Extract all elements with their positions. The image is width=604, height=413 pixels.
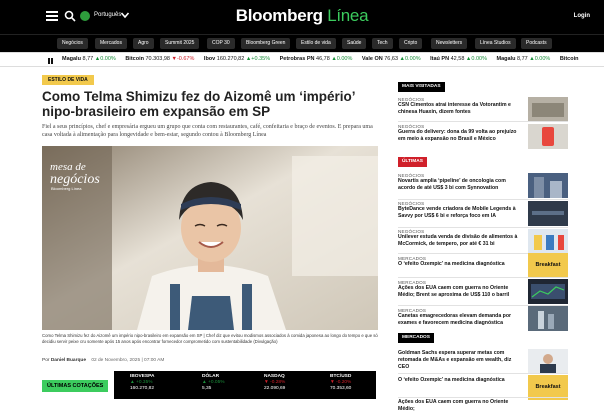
article-headline: Como Telma Shimizu fez do Aizomê um ‘imp… xyxy=(42,89,355,119)
byline: Por Daniel Buarque 02 de Novembro, 2025 … xyxy=(42,358,164,363)
latest-item[interactable]: MERCADOS Ações dos EUA caem com guerra n… xyxy=(398,280,522,299)
nav-item-saude[interactable]: Saúde xyxy=(342,38,367,49)
nav-item-tech[interactable]: Tech xyxy=(372,38,393,49)
quotes-widget: IBOVESPA ▲ +0.35% 160.270,82 DÓLAR ▲ +0.… xyxy=(114,371,376,399)
nav-item-summit[interactable]: Summit 2025 xyxy=(160,38,200,49)
image-logo-line2: negócios xyxy=(50,172,100,187)
latest-item[interactable]: NEGÓCIOS Novartis amplia ‘pipeline’ de o… xyxy=(398,173,522,192)
ticker-item[interactable]: Itaú PN 42,58 ▲0.00% xyxy=(430,53,487,66)
author-link[interactable]: Daniel Buarque xyxy=(51,358,86,363)
market-ticker: Magalu 8,77 ▲0.00% Bitcoin 70.303,98 ▼-0… xyxy=(0,52,604,67)
ticker-items: Magalu 8,77 ▲0.00% Bitcoin 70.303,98 ▼-0… xyxy=(62,53,586,66)
quote-item[interactable]: BTC/USD ▼ -0.20% 70.353,60 xyxy=(330,374,390,392)
image-caption: Como Telma Shimizu fez do Aizomê um impé… xyxy=(42,333,378,344)
markets-item[interactable]: Goldman Sachs espera superar metas com r… xyxy=(398,350,522,370)
article-thumbnail[interactable] xyxy=(528,124,568,149)
markets-item[interactable]: Ações dos EUA caem com guerra no Oriente… xyxy=(398,399,522,413)
latest-item[interactable]: NEGÓCIOS ByteDance vende criadora de Mob… xyxy=(398,201,522,220)
nav-item-cop30[interactable]: COP 30 xyxy=(207,38,235,49)
publish-date: 02 de Novembro, 2025 | 07:00 AM xyxy=(91,358,165,363)
ticker-item[interactable]: Vale ON 76,63 ▲0.00% xyxy=(362,53,421,66)
thumb-brand: Breakfast xyxy=(535,262,561,268)
hero-image: mesa de negócios Bloomberg Línea xyxy=(42,146,378,330)
nav-item-bloomberg-green[interactable]: Bloomberg Green xyxy=(241,38,291,49)
quote-item[interactable]: DÓLAR ▲ +0.05% 5,35 xyxy=(202,374,262,392)
divider xyxy=(398,227,568,228)
latest-item[interactable]: MERCADOS Canetas emagrecedoras elevam de… xyxy=(398,308,522,327)
ticker-item[interactable]: Bitcoin xyxy=(560,53,579,66)
article-thumbnail[interactable] xyxy=(528,279,568,304)
nav-item-agro[interactable]: Agro xyxy=(133,38,154,49)
quotes-label: ÚLTIMAS COTAÇÕES xyxy=(42,380,109,392)
nav-item-newsletters[interactable]: Newsletters xyxy=(431,38,468,49)
quote-item[interactable]: IBOVESPA ▲ +0.35% 160.270,82 xyxy=(130,374,190,392)
hero-photo-illustration: mesa de negócios Bloomberg Línea xyxy=(42,146,378,330)
markets-item[interactable]: O ‘efeito Ozempic’ na medicina diagnósti… xyxy=(398,377,522,384)
nav-item-linea-studios[interactable]: Línea Studios xyxy=(475,38,516,49)
divider xyxy=(398,121,568,122)
most-read-item[interactable]: NEGÓCIOS CSN Cimentos atrai interesse da… xyxy=(398,97,522,116)
byline-prefix: Por xyxy=(42,358,50,363)
ticker-item[interactable]: Bitcoin 70.303,98 ▼-0.67% xyxy=(125,53,194,66)
nav-item-podcasts[interactable]: Podcasts xyxy=(521,38,552,49)
divider xyxy=(398,277,568,278)
latest-header: ÚLTIMAS xyxy=(398,157,427,167)
latest-item[interactable]: MERCADOS O ‘efeito Ozempic’ na medicina … xyxy=(398,256,522,268)
article-dek: Fiel a seus princípios, chef e empresári… xyxy=(42,124,373,138)
divider xyxy=(398,373,568,374)
logo-accent: Línea xyxy=(327,6,369,25)
article-thumbnail[interactable] xyxy=(528,349,568,374)
nav-item-cripto[interactable]: Cripto xyxy=(399,38,423,49)
section-tag[interactable]: ESTILO DE VIDA xyxy=(42,75,94,85)
image-logo-sub: Bloomberg Línea xyxy=(51,186,82,191)
divider xyxy=(398,397,568,398)
latest-item[interactable]: NEGÓCIOS Unilever estuda venda de divisã… xyxy=(398,229,522,248)
nav-item-negocios[interactable]: Negócios xyxy=(57,38,88,49)
site-logo[interactable]: Bloomberg Línea xyxy=(0,6,604,26)
article-thumbnail[interactable] xyxy=(528,201,568,226)
quote-item[interactable]: NASDAQ ▼ -0.28% 22.090,69 xyxy=(264,374,324,392)
breakfast-thumbnail[interactable]: Breakfast xyxy=(528,253,568,278)
ticker-item[interactable]: Ibov 160.270,82 ▲+0.35% xyxy=(204,53,270,66)
logo-main: Bloomberg xyxy=(235,6,323,25)
ticker-item[interactable]: Magalu 8,77 ▲0.00% xyxy=(497,53,551,66)
article-thumbnail[interactable] xyxy=(528,97,568,122)
nav-item-estilo-de-vida[interactable]: Estilo de vida xyxy=(296,38,336,49)
markets-header: MERCADOS xyxy=(398,333,434,343)
article-thumbnail[interactable] xyxy=(528,306,568,331)
ticker-item[interactable]: Magalu 8,77 ▲0.00% xyxy=(62,53,116,66)
top-bar: Português Bloomberg Línea Login xyxy=(0,0,604,34)
section-nav: Negócios Mercados Agro Summit 2025 COP 3… xyxy=(0,34,604,52)
article-thumbnail[interactable] xyxy=(528,173,568,198)
pause-icon[interactable] xyxy=(48,57,53,64)
article-thumbnail[interactable] xyxy=(528,229,568,254)
divider xyxy=(398,199,568,200)
login-link[interactable]: Login xyxy=(574,13,590,19)
nav-item-mercados[interactable]: Mercados xyxy=(95,38,127,49)
most-read-item[interactable]: NEGÓCIOS Guerra do delivery: dona da 99 … xyxy=(398,124,522,143)
ticker-item[interactable]: Petrobras PN 46,78 ▲0.00% xyxy=(280,53,353,66)
most-read-header: MAIS VISITADAS xyxy=(398,82,445,92)
